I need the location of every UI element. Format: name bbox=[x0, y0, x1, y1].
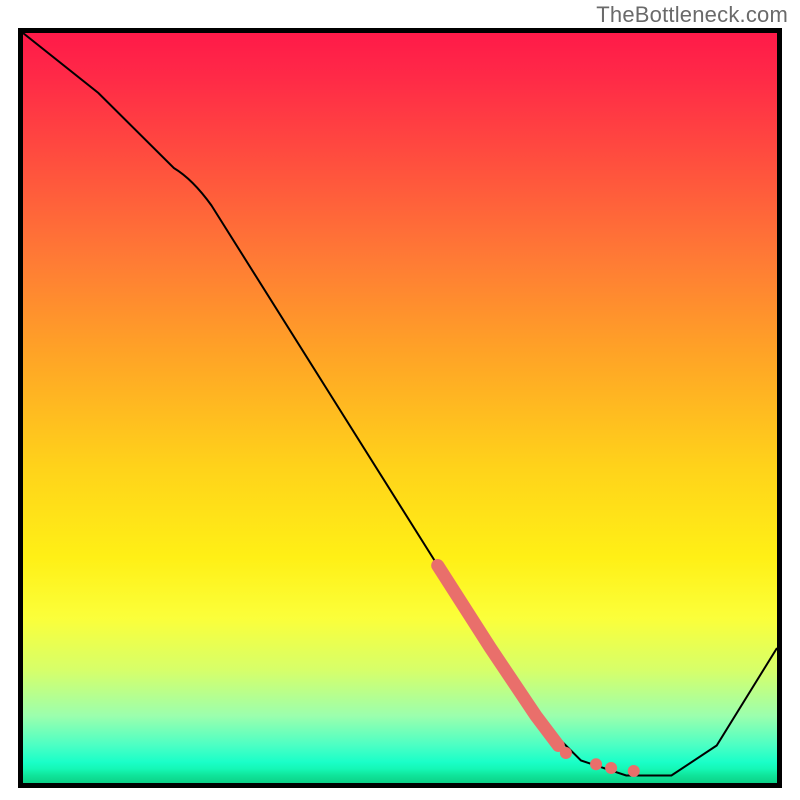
highlight-dot bbox=[560, 747, 572, 759]
curve-layer bbox=[23, 33, 777, 783]
highlight-dot bbox=[628, 765, 640, 777]
highlight-dot bbox=[590, 758, 602, 770]
highlight-dot bbox=[605, 762, 617, 774]
plot-area bbox=[18, 28, 782, 788]
chart-wrapper: TheBottleneck.com bbox=[0, 0, 800, 800]
bottleneck-curve bbox=[23, 33, 777, 776]
highlight-segment bbox=[438, 566, 559, 746]
watermark-text: TheBottleneck.com bbox=[596, 2, 788, 28]
